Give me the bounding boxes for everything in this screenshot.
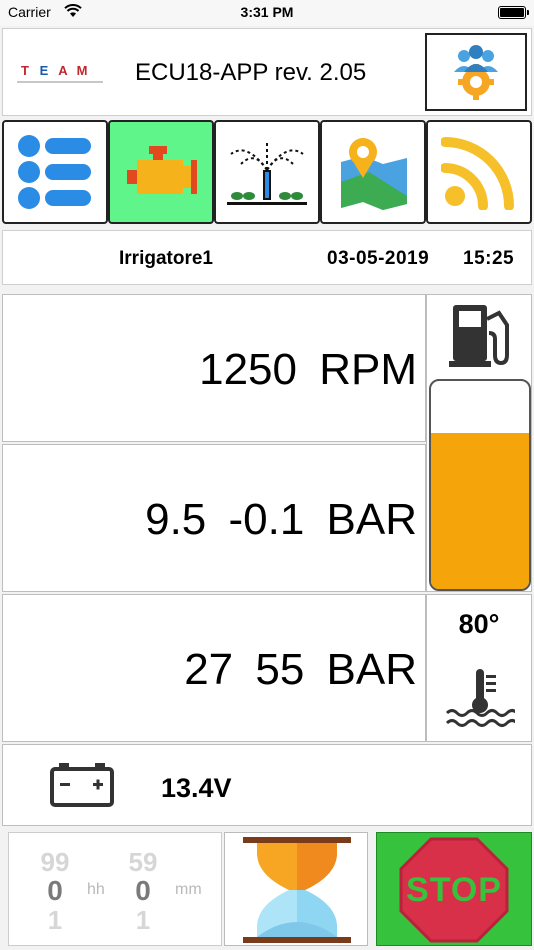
nav-map-button[interactable] xyxy=(320,120,426,224)
device-time: 15:25 xyxy=(463,248,515,269)
rpm-value: 1250 RPM xyxy=(199,345,417,394)
device-date: 03-05-2019 xyxy=(327,248,430,269)
coolant-temperature-icon xyxy=(445,669,515,727)
status-bar: Carrier 3:31 PM xyxy=(0,0,534,26)
device-info-row: Irrigatore1 03-05-2019 15:25 xyxy=(2,230,532,285)
pressure2-panel: 27 55 BAR xyxy=(2,594,426,742)
stop-button[interactable]: STOP xyxy=(376,832,532,946)
fuel-panel xyxy=(426,294,532,592)
device-name: Irrigatore1 xyxy=(119,248,213,269)
minutes-value: 0 xyxy=(135,875,151,906)
fuel-gauge xyxy=(429,379,531,591)
team-settings-button[interactable] xyxy=(425,33,527,111)
hourglass-icon xyxy=(243,837,351,943)
pressure1-panel: 9.5 -0.1 BAR xyxy=(2,444,426,592)
hours-above: 99 xyxy=(40,847,70,877)
minutes-above: 59 xyxy=(128,847,158,877)
minutes-picker[interactable]: 59 0 1 xyxy=(113,849,173,933)
sprinkler-icon xyxy=(227,140,307,205)
clock-label: 3:31 PM xyxy=(240,4,294,20)
pressure2-value: 27 55 BAR xyxy=(184,645,417,694)
list-icon xyxy=(18,135,91,209)
hourglass-button[interactable] xyxy=(224,832,368,946)
timer-picker[interactable]: 99 0 1 hh 59 0 1 mm xyxy=(8,832,222,946)
map-icon xyxy=(341,138,407,210)
rpm-panel: 1250 RPM xyxy=(2,294,426,442)
nav-list-button[interactable] xyxy=(2,120,108,224)
minutes-below: 1 xyxy=(135,905,151,935)
minutes-unit: mm xyxy=(175,881,202,898)
team-logo: T E A M xyxy=(21,63,89,78)
temperature-panel: 80° xyxy=(426,594,532,742)
logo-underline xyxy=(17,81,103,83)
nav-irrigation-button[interactable] xyxy=(214,120,320,224)
app-title: ECU18-APP rev. 2.05 xyxy=(135,59,367,86)
battery-voltage: 13.4V xyxy=(161,773,232,803)
fuel-level-fill xyxy=(431,433,529,589)
pressure1-value: 9.5 -0.1 BAR xyxy=(145,495,417,544)
hours-below: 1 xyxy=(47,905,63,935)
rss-feed-icon xyxy=(441,137,514,210)
nav-engine-button[interactable] xyxy=(108,120,214,224)
hours-unit: hh xyxy=(87,881,105,898)
team-gear-icon xyxy=(454,45,498,100)
app-header: T E A M ECU18-APP rev. 2.05 xyxy=(2,28,532,116)
hours-value: 0 xyxy=(47,875,63,906)
nav-feed-button[interactable] xyxy=(426,120,532,224)
temperature-value: 80° xyxy=(458,609,500,639)
hours-picker[interactable]: 99 0 1 xyxy=(25,849,85,933)
engine-icon xyxy=(127,146,197,194)
fuel-pump-icon xyxy=(449,305,509,367)
car-battery-icon xyxy=(50,763,114,807)
stop-label: STOP xyxy=(406,871,502,909)
battery-panel: 13.4V xyxy=(2,744,532,826)
battery-status-icon xyxy=(498,6,529,19)
